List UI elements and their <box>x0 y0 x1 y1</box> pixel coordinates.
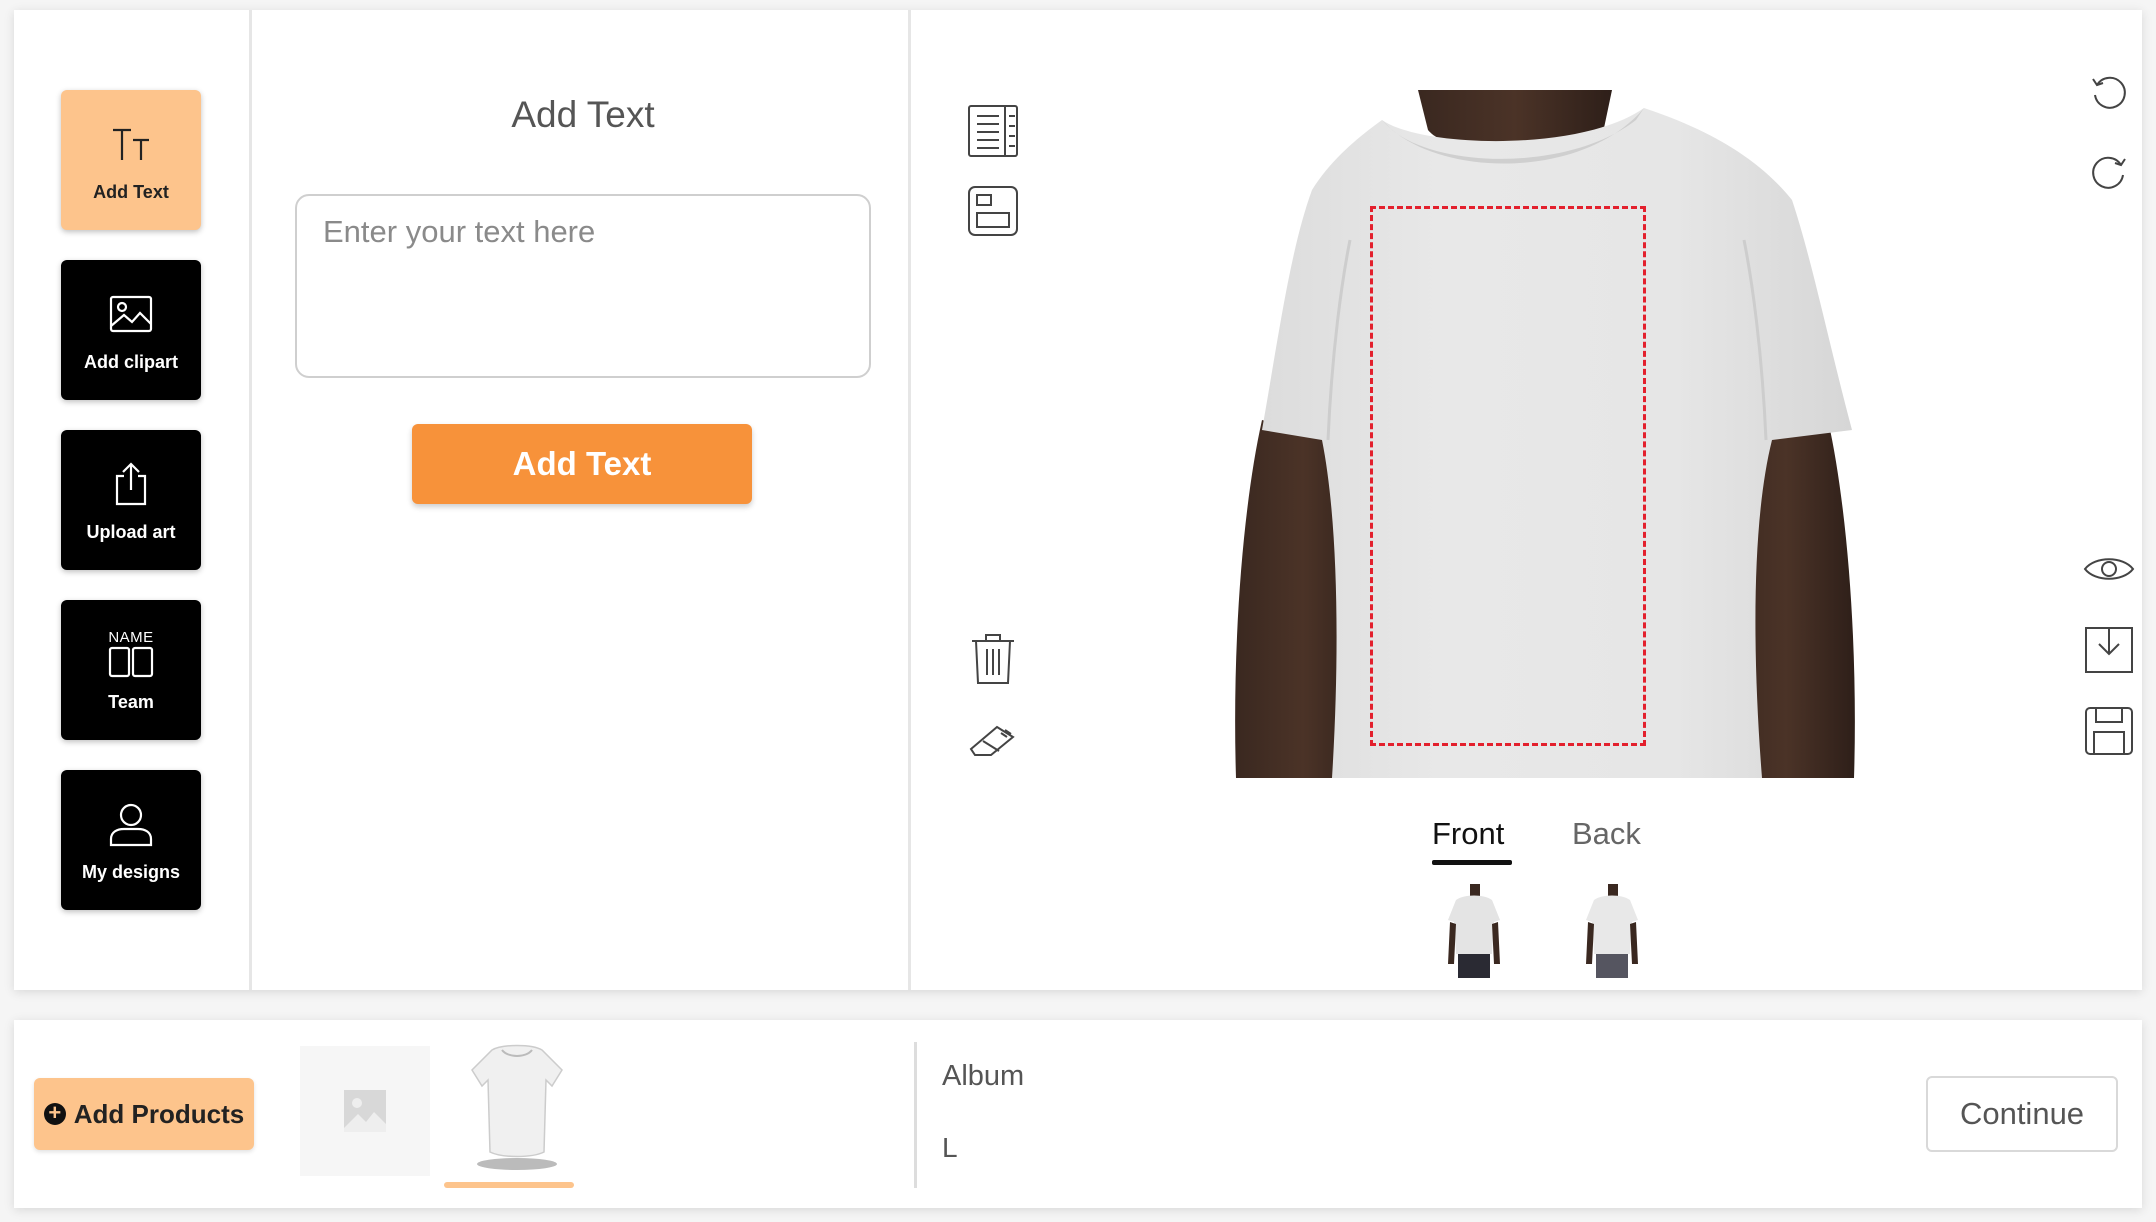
eye-icon[interactable] <box>2082 542 2136 596</box>
tool-sidebar: Add Text Add clipart Upload art NAME Tea… <box>14 10 252 990</box>
print-area-boundary[interactable] <box>1370 206 1646 746</box>
team-name-icon: NAME <box>105 628 157 680</box>
size-label: L <box>942 1132 958 1163</box>
tool-label: Add clipart <box>83 351 178 372</box>
user-icon <box>105 798 157 850</box>
add-text-panel: Add Text Add Text <box>255 10 911 990</box>
team-tool-button[interactable]: NAME Team <box>61 600 201 740</box>
text-input[interactable] <box>295 194 871 378</box>
upload-icon <box>105 458 157 510</box>
front-view-thumbnail[interactable] <box>1444 884 1504 980</box>
image-icon <box>105 288 157 340</box>
add-text-tool-button[interactable]: Add Text <box>61 90 201 230</box>
tshirt-product-thumbnail[interactable] <box>452 1040 582 1174</box>
tool-label: My designs <box>81 861 181 882</box>
add-clipart-tool-button[interactable]: Add clipart <box>61 260 201 400</box>
back-view-thumbnail[interactable] <box>1582 884 1642 980</box>
album-label: Album <box>942 1060 1025 1092</box>
layers-icon[interactable] <box>966 104 1020 158</box>
selected-product-indicator <box>444 1182 574 1188</box>
team-icon-text: NAME <box>108 628 154 646</box>
designer-workspace: Add Text Add clipart Upload art NAME Tea… <box>14 10 2142 990</box>
product-placeholder-thumbnail[interactable] <box>300 1046 430 1176</box>
tab-front[interactable]: Front <box>1432 816 1504 852</box>
eraser-icon[interactable] <box>966 714 1020 768</box>
undo-icon[interactable] <box>2082 66 2136 120</box>
save-icon[interactable] <box>2082 704 2136 758</box>
add-products-label: Add Products <box>73 1098 245 1129</box>
continue-button[interactable]: Continue <box>1926 1076 2118 1152</box>
design-canvas-area: Front Back <box>914 10 2142 990</box>
tab-back[interactable]: Back <box>1572 816 1641 852</box>
divider <box>914 1042 917 1188</box>
tool-label: Add Text <box>93 181 169 202</box>
plus-circle-icon: + <box>43 1102 66 1125</box>
redo-icon[interactable] <box>2082 146 2136 200</box>
product-bar: + Add Products Album L Continue <box>14 1020 2142 1208</box>
upload-art-tool-button[interactable]: Upload art <box>61 430 201 570</box>
text-size-icon <box>105 118 157 170</box>
download-icon[interactable] <box>2082 622 2136 676</box>
layout-icon[interactable] <box>966 184 1020 238</box>
add-products-button[interactable]: + Add Products <box>34 1078 254 1150</box>
trash-icon[interactable] <box>966 632 1020 686</box>
add-text-button[interactable]: Add Text <box>412 424 752 504</box>
panel-title: Add Text <box>511 94 655 135</box>
tool-label: Team <box>108 691 154 712</box>
tool-label: Upload art <box>86 521 176 542</box>
my-designs-tool-button[interactable]: My designs <box>61 770 201 910</box>
image-placeholder-icon <box>344 1090 386 1132</box>
active-tab-indicator <box>1432 860 1512 865</box>
